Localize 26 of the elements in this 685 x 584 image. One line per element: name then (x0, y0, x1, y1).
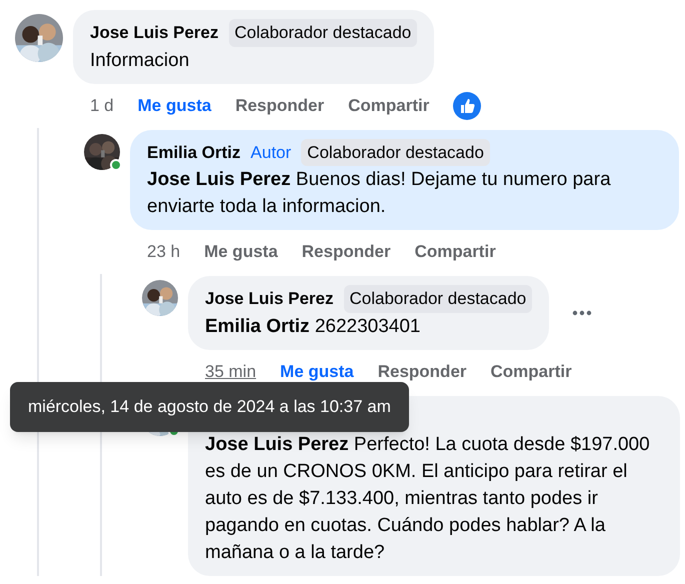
comment-action[interactable]: Me gusta (204, 239, 278, 265)
timestamp-tooltip: miércoles, 14 de agosto de 2024 a las 10:37 am (10, 382, 409, 432)
comment-text: Jose Luis Perez Buenos dias! Dejame tu numero para enviarte toda la informacion. (147, 168, 612, 219)
comment-time[interactable]: 1 d (90, 92, 114, 118)
comment-text: Emilia Ortiz 2622303401 (205, 314, 422, 338)
comment-action[interactable]: Responder (378, 358, 467, 384)
comment-text: Jose Luis Perez Perfecto! La cuota desde $197.000 es de un CRONOS 0KM. El anticipo para retirar el auto es de $7.133.400, mientras tanto podes ir pagando en cuotas. Cuándo podes hablar? A la mañana o a la tarde? (205, 432, 651, 564)
comment-action[interactable]: Responder (235, 92, 324, 118)
comment-text: Informacion (90, 48, 190, 72)
comment-action[interactable]: Responder (302, 239, 391, 265)
contributor-badge: Colaborador destacado (228, 19, 418, 46)
comment-time[interactable]: 23 h (147, 239, 180, 265)
comment-action[interactable]: Me gusta (138, 92, 212, 118)
contributor-badge: Colaborador destacado (301, 138, 490, 166)
more-icon (572, 310, 592, 316)
contributor-badge: Colaborador destacado (344, 285, 532, 312)
author-name[interactable]: Emilia Ortiz (147, 140, 241, 165)
author-name[interactable]: Jose Luis Perez (205, 286, 334, 312)
comment-action[interactable]: Compartir (414, 239, 496, 265)
author-label: Autor (250, 142, 292, 164)
comment-action[interactable]: Me gusta (280, 358, 354, 384)
comment-time[interactable]: 35 min (205, 358, 256, 384)
comment-action[interactable]: Compartir (348, 92, 430, 118)
like-reaction-icon[interactable] (453, 92, 482, 120)
author-name[interactable]: Jose Luis Perez (90, 20, 219, 46)
comment-action[interactable]: Compartir (490, 358, 572, 384)
